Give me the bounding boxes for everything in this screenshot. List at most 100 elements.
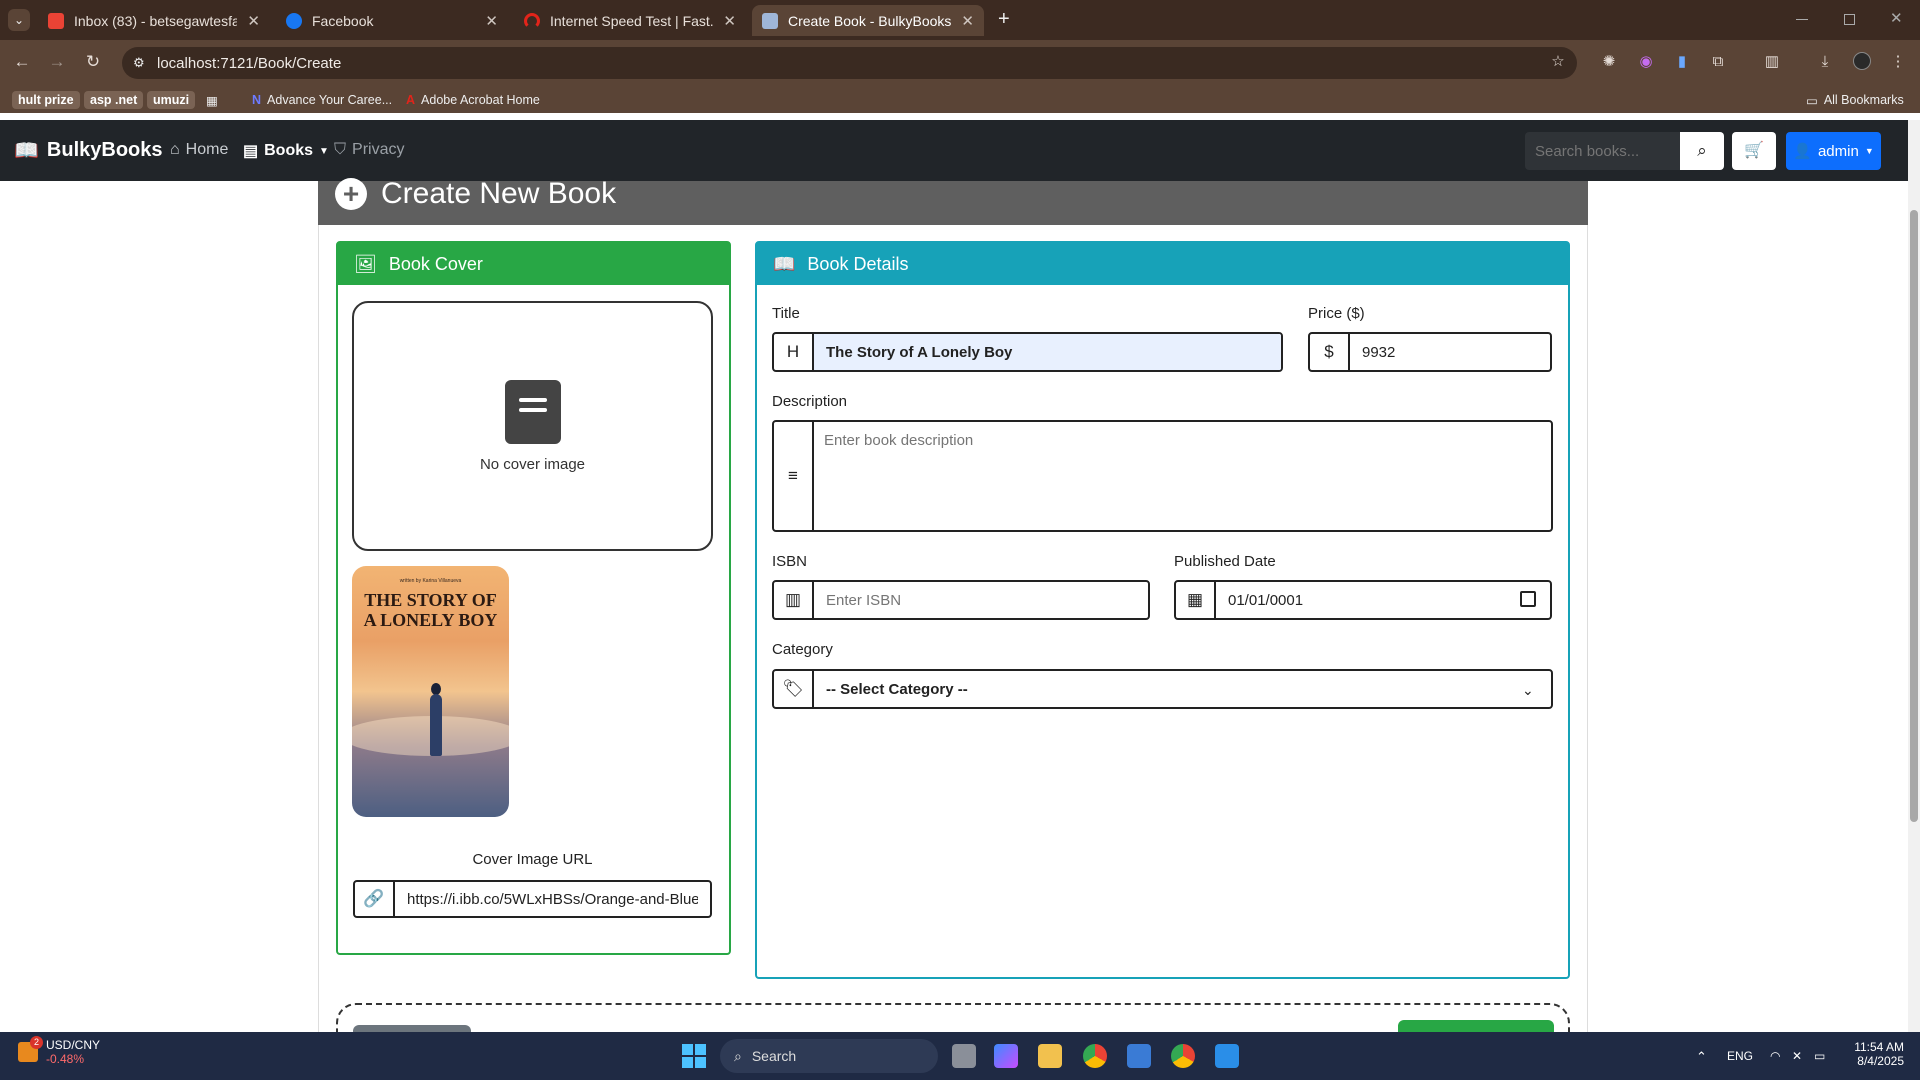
brand-link[interactable]: 📖 BulkyBooks bbox=[14, 138, 163, 163]
tray-chevron-icon[interactable]: ⌃ bbox=[1696, 1049, 1707, 1065]
description-field[interactable]: ≡ bbox=[772, 420, 1553, 532]
url-text[interactable]: localhost:7121/Book/Create bbox=[157, 55, 341, 72]
copilot-icon[interactable] bbox=[994, 1044, 1018, 1068]
download-icon[interactable]: ⤓ bbox=[1815, 52, 1835, 72]
close-icon[interactable]: ✕ bbox=[961, 12, 974, 30]
search-input[interactable] bbox=[1525, 132, 1680, 170]
dollar-icon: $ bbox=[1310, 334, 1350, 370]
admin-dropdown[interactable]: 👤 admin ▼ bbox=[1786, 132, 1881, 170]
no-cover-placeholder: No cover image bbox=[352, 301, 713, 551]
close-icon[interactable]: ✕ bbox=[485, 12, 498, 30]
extension-icon[interactable]: ✺ bbox=[1599, 52, 1619, 72]
bookmark-asp-net[interactable]: asp .net bbox=[84, 90, 144, 110]
back-icon[interactable]: ← bbox=[12, 52, 32, 72]
task-view-icon[interactable] bbox=[952, 1044, 976, 1068]
volume-muted-icon[interactable]: ✕ bbox=[1792, 1049, 1802, 1063]
published-date-field[interactable]: ▦ bbox=[1174, 580, 1552, 620]
vscode-icon[interactable] bbox=[1215, 1044, 1239, 1068]
close-icon[interactable]: ✕ bbox=[723, 12, 736, 30]
price-field[interactable]: $ bbox=[1308, 332, 1552, 372]
price-input[interactable] bbox=[1350, 334, 1550, 370]
restore-icon[interactable] bbox=[1844, 14, 1855, 25]
cover-url-field[interactable]: 🔗 bbox=[353, 880, 712, 918]
gmail-icon bbox=[48, 12, 64, 29]
extension-icon[interactable]: ▮ bbox=[1672, 52, 1692, 72]
clock[interactable]: 11:54 AM 8/4/2025 bbox=[1846, 1040, 1904, 1068]
reading-mode-icon[interactable]: ▥ bbox=[1762, 52, 1782, 72]
wifi-icon[interactable]: ◠ bbox=[1770, 1049, 1780, 1063]
chart-icon: 2 bbox=[18, 1036, 43, 1062]
home-icon: ⌂ bbox=[170, 141, 180, 158]
tab-search-button[interactable]: ⌄ bbox=[8, 9, 30, 31]
taskbar-search[interactable]: ⌕ Search bbox=[720, 1039, 938, 1073]
published-date-input[interactable] bbox=[1216, 582, 1550, 618]
reload-icon[interactable]: ↻ bbox=[83, 52, 103, 72]
scrollbar-thumb[interactable] bbox=[1910, 210, 1918, 822]
bookmark-star-icon[interactable]: ☆ bbox=[1548, 52, 1568, 72]
chrome-profile-icon[interactable] bbox=[1171, 1044, 1195, 1068]
book-icon: ▤ bbox=[243, 143, 259, 160]
all-bookmarks[interactable]: ▭ All Bookmarks bbox=[1806, 90, 1904, 110]
apps-grid-icon[interactable]: ▦ bbox=[206, 90, 218, 110]
bookmark-advance-career[interactable]: N Advance Your Caree... bbox=[252, 90, 392, 110]
barcode-icon: ▥ bbox=[774, 582, 814, 618]
nav-privacy[interactable]: ⛉ Privacy bbox=[334, 141, 404, 159]
folder-icon: ▭ bbox=[1806, 93, 1818, 108]
store-icon[interactable] bbox=[1127, 1044, 1151, 1068]
file-explorer-icon[interactable] bbox=[1038, 1044, 1062, 1068]
description-textarea[interactable] bbox=[814, 422, 1551, 530]
isbn-field[interactable]: ▥ bbox=[772, 580, 1150, 620]
date-picker-icon[interactable] bbox=[1520, 591, 1536, 607]
new-tab-button[interactable]: + bbox=[998, 8, 1010, 31]
category-field[interactable]: 🏷 -- Select Category -- bbox=[772, 669, 1553, 709]
align-left-icon: ≡ bbox=[774, 422, 814, 530]
search-icon: ⌕ bbox=[734, 1047, 742, 1064]
chevron-down-icon: ⌄ bbox=[1522, 682, 1534, 698]
bookmark-adobe-acrobat[interactable]: A Adobe Acrobat Home bbox=[406, 90, 540, 110]
caret-down-icon: ▼ bbox=[319, 145, 329, 157]
chrome-icon[interactable] bbox=[1083, 1044, 1107, 1068]
tag-icon: 🏷 bbox=[774, 671, 814, 707]
user-icon: 👤 bbox=[1793, 143, 1812, 160]
page-icon bbox=[762, 12, 778, 29]
book-details-header: 📖 Book Details bbox=[757, 243, 1568, 285]
windows-start-icon[interactable] bbox=[682, 1044, 706, 1068]
tab-create-book[interactable]: Create Book - BulkyBooksWeb ✕ bbox=[752, 5, 984, 36]
bookmark-umuzi[interactable]: umuzi bbox=[147, 90, 196, 110]
facebook-icon bbox=[286, 12, 302, 29]
extension-icon[interactable]: ◉ bbox=[1636, 52, 1656, 72]
cart-button[interactable]: 🛒 bbox=[1732, 132, 1776, 170]
isbn-input[interactable] bbox=[814, 582, 1148, 618]
book-open-icon: 📖 bbox=[773, 253, 796, 274]
title-field[interactable]: H bbox=[772, 332, 1283, 372]
nav-home[interactable]: ⌂ Home bbox=[170, 141, 228, 159]
cart-icon: 🛒 bbox=[1744, 142, 1764, 159]
search-button[interactable]: ⌕ bbox=[1680, 132, 1724, 170]
bookmark-hult-prize[interactable]: hult prize bbox=[12, 90, 80, 110]
heading-icon: H bbox=[774, 334, 814, 370]
book-icon bbox=[504, 379, 561, 444]
menu-icon[interactable]: ⋮ bbox=[1888, 52, 1908, 72]
language-indicator[interactable]: ENG bbox=[1727, 1049, 1753, 1063]
title-input[interactable] bbox=[814, 334, 1281, 370]
cover-url-input[interactable] bbox=[395, 882, 710, 916]
page-title: + Create New Book bbox=[335, 177, 616, 211]
battery-icon[interactable]: ▭ bbox=[1814, 1049, 1825, 1063]
forward-icon[interactable]: → bbox=[47, 52, 67, 72]
stock-widget[interactable]: 2 USD/CNY -0.48% bbox=[18, 1036, 100, 1066]
site-info-icon[interactable]: ⚙ bbox=[133, 55, 145, 71]
tab-gmail[interactable]: Inbox (83) - betsegawtesfaye53 ✕ bbox=[38, 5, 270, 36]
window-close-icon[interactable]: ✕ bbox=[1890, 9, 1903, 27]
profile-avatar[interactable] bbox=[1852, 52, 1872, 72]
minimize-icon[interactable] bbox=[1796, 19, 1808, 20]
nav-books-dropdown[interactable]: ▤ Books ▼ bbox=[243, 141, 329, 161]
close-icon[interactable]: ✕ bbox=[247, 12, 260, 30]
category-select[interactable]: -- Select Category -- bbox=[814, 671, 1551, 707]
tab-facebook[interactable]: Facebook ✕ bbox=[276, 5, 508, 36]
fast-icon bbox=[524, 12, 540, 29]
extensions-puzzle-icon[interactable]: ⧉ bbox=[1708, 52, 1728, 72]
search-icon: ⌕ bbox=[1697, 141, 1707, 160]
cover-image-preview: written by Karina Villanueva THE STORY O… bbox=[352, 566, 509, 817]
published-date-label: Published Date bbox=[1174, 553, 1276, 570]
tab-fast[interactable]: Internet Speed Test | Fast.com ✕ bbox=[514, 5, 746, 36]
